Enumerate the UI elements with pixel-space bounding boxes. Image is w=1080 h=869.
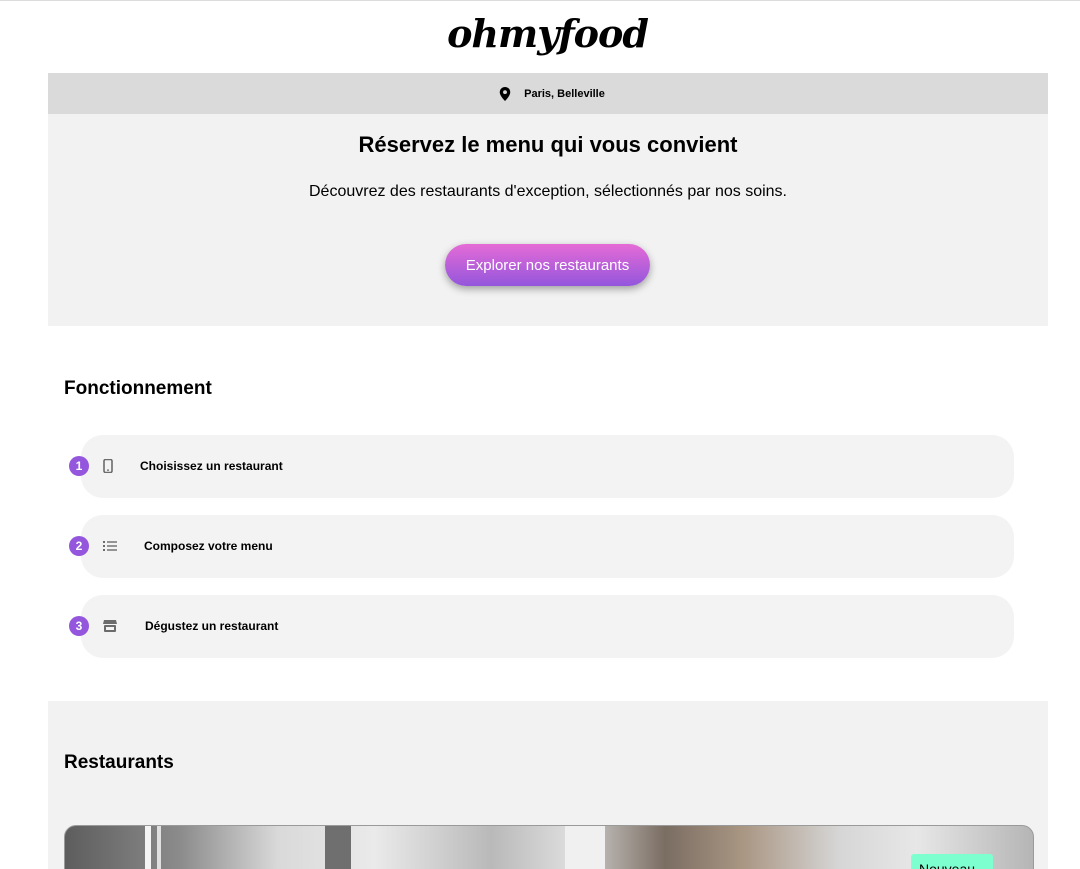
restaurants-title: Restaurants: [64, 752, 174, 773]
image-detail: [157, 826, 161, 869]
hero-subtitle: Découvrez des restaurants d'exception, s…: [309, 183, 787, 200]
step-item-2: 2 Composez votre menu: [69, 515, 1014, 578]
hero-title: Réservez le menu qui vous convient: [358, 132, 738, 157]
location-bar: Paris, Belleville: [48, 73, 1048, 114]
image-detail: [565, 826, 605, 869]
logo[interactable]: ohmyfood: [0, 10, 1080, 58]
image-detail: [145, 826, 151, 869]
step-label: Composez votre menu: [144, 539, 273, 553]
store-icon: [103, 620, 117, 632]
how-it-works-title: Fonctionnement: [64, 378, 212, 399]
step-label: Dégustez un restaurant: [145, 619, 279, 633]
location-label: Paris, Belleville: [524, 87, 605, 100]
page: ohmyfood Paris, Belleville Réservez le m…: [0, 0, 1080, 869]
mobile-phone-icon: [103, 459, 113, 473]
step-number-badge: 1: [69, 456, 89, 476]
top-divider: [0, 0, 1080, 1]
step-item-3: 3 Dégustez un restaurant: [69, 595, 1014, 658]
step-label: Choisissez un restaurant: [140, 459, 283, 473]
step-number-badge: 3: [69, 616, 89, 636]
explore-restaurants-button[interactable]: Explorer nos restaurants: [445, 244, 650, 286]
image-detail: [325, 826, 351, 869]
restaurant-card-image[interactable]: [64, 825, 1034, 869]
step-number-badge: 2: [69, 536, 89, 556]
list-icon: [103, 541, 117, 551]
hero-section: Réservez le menu qui vous convient Décou…: [48, 114, 1048, 326]
new-badge: Nouveau: [911, 854, 993, 869]
step-item-1: 1 Choisissez un restaurant: [69, 435, 1014, 498]
location-pin-icon: [499, 86, 511, 101]
